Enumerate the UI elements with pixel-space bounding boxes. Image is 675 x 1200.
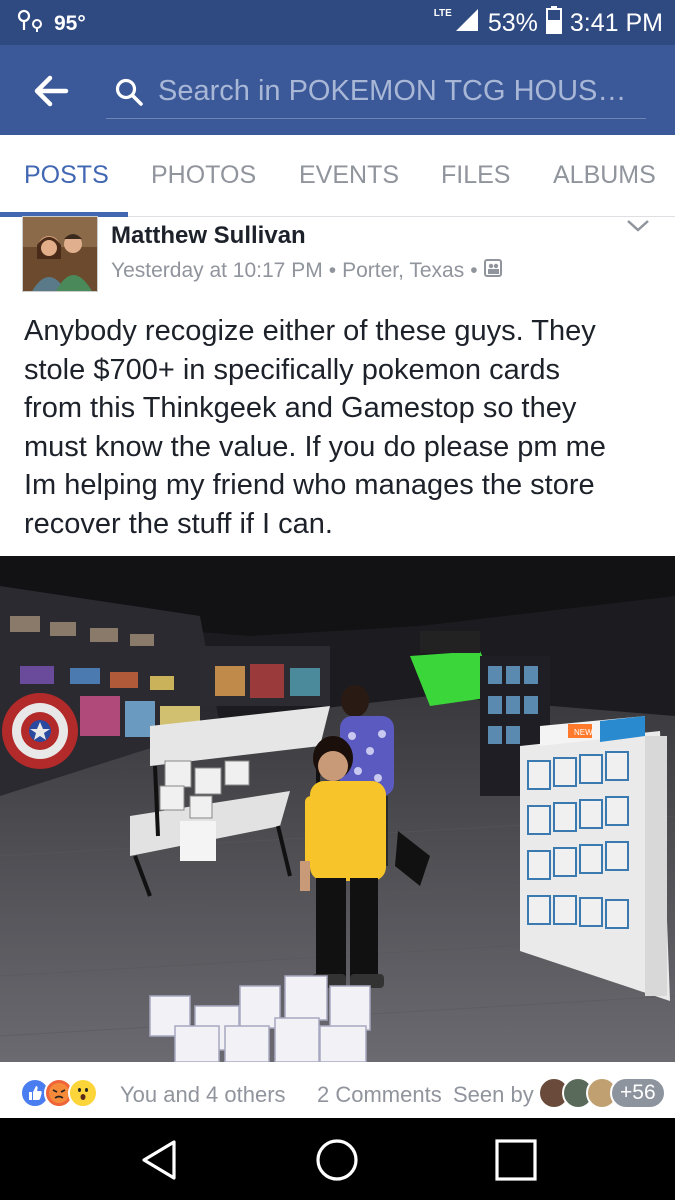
home-circle-icon (316, 1139, 358, 1181)
tab-posts[interactable]: POSTS (24, 161, 109, 190)
comment-count[interactable]: 2 Comments (317, 1082, 442, 1108)
post-location[interactable]: Porter, Texas (342, 259, 464, 283)
post-options-chevron-icon[interactable] (624, 216, 652, 236)
signal-icon (454, 7, 480, 40)
group-search-input[interactable]: Search in POKEMON TCG HOUST… (106, 65, 646, 119)
search-icon (115, 78, 143, 106)
app-bar: Search in POKEMON TCG HOUST… (0, 45, 675, 135)
post-author-name[interactable]: Matthew Sullivan (111, 222, 306, 250)
seen-by-label[interactable]: Seen by (453, 1082, 534, 1108)
recents-square-icon (495, 1139, 537, 1181)
post-photo[interactable]: NEW (0, 556, 675, 1062)
group-audience-icon (483, 259, 502, 283)
clock: 3:41 PM (569, 9, 663, 37)
back-button[interactable] (28, 67, 76, 115)
store-sign-text: NEW (574, 728, 593, 737)
system-nav-bar (0, 1118, 675, 1200)
post-text-line: Anybody recogize either of these guys. T… (24, 315, 596, 347)
seen-by-count: +56 (610, 1077, 666, 1109)
post-text-line: recover the stuff if I can. (24, 507, 333, 540)
status-bar: 95° LTE 53% 3:41 PM (0, 0, 675, 45)
post-meta: Yesterday at 10:17 PM • Porter, Texas • (111, 259, 502, 283)
back-triangle-icon (142, 1140, 176, 1180)
meta-separator: • (328, 259, 337, 282)
reaction-summary[interactable]: You and 4 others (120, 1082, 286, 1108)
post-body: Anybody recogize either of these guys. T… (24, 312, 654, 543)
location-icon (16, 8, 46, 40)
network-type: LTE (433, 8, 452, 19)
back-arrow-icon (34, 75, 69, 107)
battery-percent: 53% (487, 9, 538, 37)
status-left: 95° (16, 8, 86, 40)
tab-files[interactable]: FILES (441, 161, 510, 190)
meta-separator: • (470, 259, 478, 282)
nav-recents-button[interactable] (492, 1136, 540, 1184)
author-avatar[interactable] (22, 216, 98, 292)
temperature: 95° (54, 12, 86, 35)
status-right: LTE 53% 3:41 PM (434, 6, 663, 41)
group-tabs: POSTS PHOTOS EVENTS FILES ALBUMS (0, 135, 675, 217)
wow-icon (68, 1078, 98, 1108)
nav-back-button[interactable] (136, 1136, 184, 1184)
post-text-line: must know the value. If you do please pm… (24, 430, 606, 463)
reactions-bar: You and 4 others 2 Comments Seen by +56 (0, 1072, 675, 1118)
nav-home-button[interactable] (313, 1136, 361, 1184)
tab-photos[interactable]: PHOTOS (151, 161, 256, 190)
tab-events[interactable]: EVENTS (299, 161, 399, 190)
reaction-icons[interactable] (20, 1078, 98, 1108)
post-text-line: from this Thinkgeek and Gamestop so they (24, 392, 577, 424)
seen-by-avatars[interactable]: +56 (538, 1077, 666, 1109)
search-placeholder: Search in POKEMON TCG HOUST… (158, 75, 636, 107)
battery-icon (545, 6, 562, 41)
post-text-line: stole $700+ in specifically pokemon card… (24, 353, 560, 386)
tab-albums[interactable]: ALBUMS (553, 161, 656, 190)
post-timestamp[interactable]: Yesterday at 10:17 PM (111, 259, 323, 283)
post-text-line: Im helping my friend who manages the sto… (24, 469, 595, 501)
